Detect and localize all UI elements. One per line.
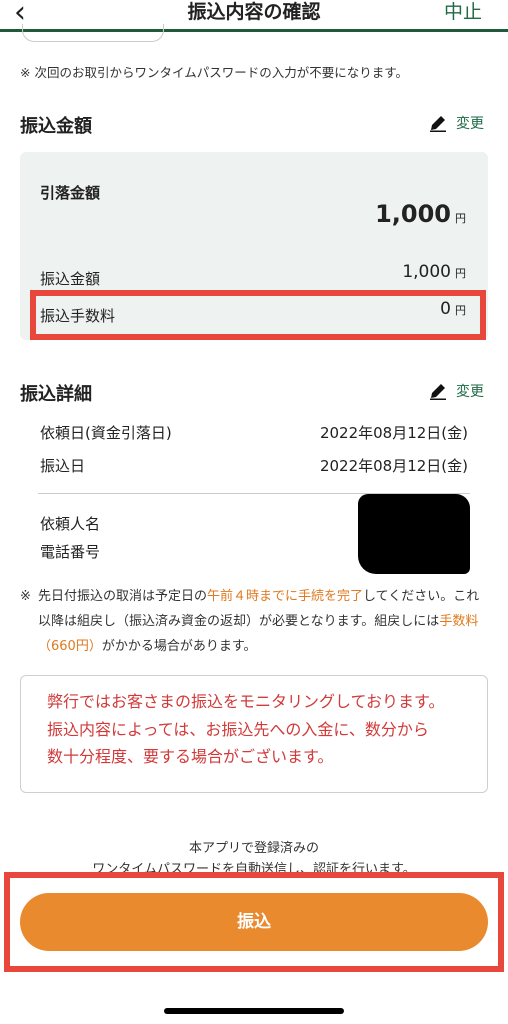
amount-edit-button[interactable]: 変更 — [428, 113, 484, 133]
transfer-date-value: 2022年08月12日(金) — [319, 457, 468, 475]
warning-line: 弊行ではお客さまの振込をモニタリングしております。 — [47, 692, 445, 711]
request-date-value: 2022年08月12日(金) — [319, 424, 468, 442]
otp-info-line: 本アプリで登録済みの — [188, 841, 319, 856]
scrolled-pill-edge — [22, 24, 164, 42]
requester-name-label: 依頼人名 — [40, 515, 101, 533]
amount-section-title: 振込金額 — [20, 116, 92, 137]
home-indicator — [164, 1008, 344, 1014]
button-highlight-box — [4, 872, 504, 972]
detail-section-title: 振込詳細 — [20, 384, 92, 405]
otp-note: ※ 次回のお取引からワンタイムパスワードの入力が不要になります。 — [20, 65, 408, 80]
warning-line: 振込内容によっては、お振込先への入金に、数分から — [47, 720, 429, 739]
request-date-label: 依頼日(資金引落日) — [40, 424, 172, 442]
detail-edit-button[interactable]: 変更 — [428, 381, 484, 401]
transfer-date-label: 振込日 — [40, 457, 86, 475]
cancel-button[interactable]: 中止 — [444, 0, 482, 24]
phone-number-label: 電話番号 — [40, 543, 101, 561]
redacted-personal-info — [358, 494, 470, 574]
warning-line: 数十分程度、要する場合がございます。 — [47, 747, 334, 766]
transfer-amount-value: 1,000 円 — [402, 262, 466, 282]
monitoring-warning-box: 弊行ではお客さまの振込をモニタリングしております。 振込内容によっては、お振込先… — [20, 675, 488, 793]
deadline-highlight: 午前４時までに手続を完了 — [207, 589, 364, 604]
pencil-icon — [430, 116, 446, 132]
transfer-amount-label: 振込金額 — [40, 270, 101, 288]
fee-highlight-box — [30, 290, 486, 340]
pencil-icon — [430, 384, 446, 400]
cancellation-note: ※ 先日付振込の取消は予定日の午前４時までに手続を完了してください。これ以降は組… — [20, 589, 480, 654]
page-title: 振込内容の確認 — [187, 1, 321, 23]
debit-amount-label: 引落金額 — [40, 184, 101, 202]
detail-edit-label: 変更 — [456, 384, 484, 400]
amount-edit-label: 変更 — [456, 116, 484, 132]
debit-amount-value: 1,000 円 — [375, 200, 466, 228]
